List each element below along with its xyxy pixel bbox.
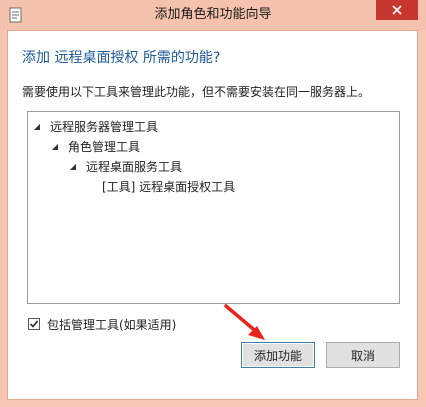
expand-arrow-icon[interactable]: ◢: [32, 118, 42, 136]
include-tools-option[interactable]: 包括管理工具(如果适用): [28, 316, 176, 332]
add-features-button[interactable]: 添加功能: [241, 342, 315, 368]
dialog-description: 需要使用以下工具来管理此功能，但不需要安装在同一服务器上。: [22, 85, 371, 99]
include-tools-checkbox[interactable]: [28, 318, 40, 330]
expand-arrow-icon[interactable]: ◢: [68, 158, 78, 176]
tree-item-label: 角色管理工具: [68, 140, 141, 154]
tree-item-label: [工具] 远程桌面授权工具: [102, 180, 236, 194]
include-tools-label: 包括管理工具(如果适用): [47, 317, 177, 332]
checkmark-icon: [29, 320, 39, 328]
dialog-content: 添加 远程桌面授权 所需的功能? 需要使用以下工具来管理此功能，但不需要安装在同…: [7, 30, 418, 400]
cancel-button[interactable]: 取消: [326, 342, 400, 368]
feature-tree[interactable]: ◢ 远程服务器管理工具 ◢ 角色管理工具 ◢ 远程桌面服务工具 [工具] 远程桌…: [27, 111, 400, 304]
wizard-window: 添加角色和功能向导 添加 远程桌面授权 所需的功能? 需要使用以下工具来管理此功…: [0, 0, 426, 407]
dialog-heading: 添加 远程桌面授权 所需的功能?: [22, 50, 221, 66]
title-bar[interactable]: 添加角色和功能向导: [0, 0, 426, 30]
expand-arrow-icon[interactable]: ◢: [50, 138, 60, 156]
close-icon: [392, 5, 402, 15]
window-title: 添加角色和功能向导: [154, 7, 272, 22]
tree-item-label: 远程桌面服务工具: [86, 160, 183, 174]
close-button[interactable]: [376, 0, 418, 20]
tree-item-label: 远程服务器管理工具: [50, 120, 159, 134]
